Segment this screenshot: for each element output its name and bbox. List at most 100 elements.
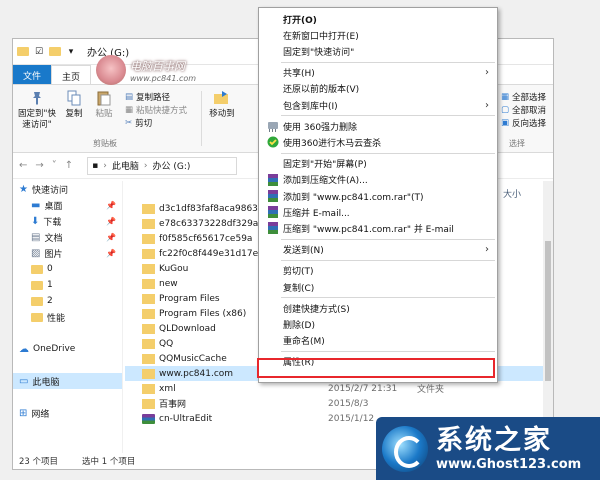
recent-dropdown-icon[interactable]: ˅ xyxy=(52,160,57,171)
folder-icon xyxy=(142,398,155,409)
cut-button[interactable]: ✂ 剪切 xyxy=(125,117,152,129)
invert-selection-button[interactable]: ▣ 反向选择 xyxy=(501,117,546,129)
context-menu-item[interactable]: 压缩到 "www.pc841.com.rar" 并 E-mail xyxy=(259,220,497,236)
nav-item[interactable]: 0 xyxy=(13,261,122,277)
paste-shortcut-button[interactable]: ▦ 粘贴快捷方式 xyxy=(125,104,187,116)
context-menu-item[interactable]: 删除(D) xyxy=(259,316,497,332)
back-arrow-icon[interactable]: ← xyxy=(19,160,27,171)
context-menu-item[interactable]: 在新窗口中打开(E) xyxy=(259,27,497,43)
context-menu-item[interactable]: 打开(O) xyxy=(259,11,497,27)
nav-item[interactable]: 1 xyxy=(13,277,122,293)
nav-item[interactable]: ▬ 桌面 📌 xyxy=(13,197,122,213)
select-all-button[interactable]: ▦ 全部选择 xyxy=(501,91,546,103)
nav-item-label: 此电脑 xyxy=(32,377,60,388)
copy-path-label: 复制路径 xyxy=(136,93,171,103)
scroll-thumb[interactable] xyxy=(545,241,551,381)
nav-item[interactable]: 性能 xyxy=(13,309,122,325)
context-menu-item[interactable]: 添加到压缩文件(A)... xyxy=(259,172,497,188)
context-menu-label: 剪切(T) xyxy=(283,267,314,278)
ghost123-emblem-icon xyxy=(382,425,428,472)
copy-button[interactable]: 复制 xyxy=(61,89,87,120)
folder-icon xyxy=(142,308,155,319)
menu-separator xyxy=(281,152,495,154)
context-menu-item[interactable]: 包含到库中(I) › xyxy=(259,97,497,113)
context-menu-label: 固定到"快速访问" xyxy=(283,47,355,58)
context-menu-item[interactable]: 共享(H) › xyxy=(259,65,497,81)
context-menu-item[interactable]: 创建快捷方式(S) xyxy=(259,300,497,316)
folder-app-icon xyxy=(17,46,29,58)
winrar-icon xyxy=(266,173,279,186)
tab-file[interactable]: 文件 xyxy=(13,65,52,84)
select-none-icon: ▢ xyxy=(501,105,510,115)
menu-separator xyxy=(281,238,495,240)
nav-item-label: 文档 xyxy=(44,233,63,244)
context-menu-item[interactable]: 剪切(T) xyxy=(259,263,497,279)
context-menu-item[interactable]: 还原以前的版本(V) xyxy=(259,81,497,97)
context-menu-item[interactable]: 重命名(M) xyxy=(259,333,497,349)
context-menu-item[interactable]: 发送到(N) › xyxy=(259,242,497,258)
download-icon: ⬇ xyxy=(31,215,40,227)
chevron-right-icon: › xyxy=(485,244,489,256)
pin-icon: 📌 xyxy=(106,200,116,210)
folder-icon xyxy=(31,312,43,322)
tab-home[interactable]: 主页 xyxy=(51,65,92,84)
context-menu-item[interactable]: 复制(C) xyxy=(259,279,497,295)
nav-item[interactable]: ☁ OneDrive xyxy=(13,341,122,357)
nav-item-label: 性能 xyxy=(47,313,66,324)
pin-icon xyxy=(28,89,46,107)
file-name: 百事网 xyxy=(159,400,187,410)
folder-icon xyxy=(31,280,43,290)
file-name: e78c63373228df329af2d xyxy=(159,218,273,229)
nav-item[interactable]: ⬇ 下载 📌 xyxy=(13,213,122,229)
folder-icon xyxy=(142,338,155,349)
forward-arrow-icon[interactable]: → xyxy=(35,160,43,171)
context-menu-item[interactable]: 使用360进行木马云查杀 xyxy=(259,134,497,150)
context-menu-label: 固定到"开始"屏幕(P) xyxy=(283,160,367,171)
nav-item[interactable]: 2 xyxy=(13,293,122,309)
copy-path-button[interactable]: ▤ 复制路径 xyxy=(125,91,170,103)
navigation-pane: ★ 快速访问 ▬ 桌面 📌 ⬇ 下载 📌 ▤ 文档 📌 ▨ 图片 📌 0 1 2 性能 ☁ OneDrive ▭ 此电脑 ⊞… xyxy=(13,181,123,453)
nav-item[interactable]: ★ 快速访问 xyxy=(13,181,122,197)
context-menu-item[interactable]: 固定到"开始"屏幕(P) xyxy=(259,156,497,172)
menu-separator xyxy=(281,61,495,63)
nav-item[interactable]: ▭ 此电脑 xyxy=(13,373,122,389)
breadcrumb-this-pc[interactable]: 此电脑 xyxy=(112,159,139,172)
context-menu: 打开(O) 在新窗口中打开(E) 固定到"快速访问" 共享(H) › 还原以前的版本(V)… xyxy=(258,7,498,383)
pin-quick-access-button[interactable]: 固定到"快 速访问" xyxy=(17,89,57,131)
column-size[interactable]: 大小 xyxy=(503,187,521,200)
address-box[interactable]: ▪ › 此电脑 › 办公 (G:) xyxy=(87,156,238,175)
select-none-button[interactable]: ▢ 全部取消 xyxy=(501,104,546,116)
paste-button[interactable]: 粘贴 xyxy=(91,89,117,120)
nav-item[interactable]: ▤ 文档 📌 xyxy=(13,229,122,245)
properties-check-icon[interactable]: ☑ xyxy=(33,46,45,58)
folder-icon xyxy=(142,278,155,289)
winrar-archive-icon xyxy=(142,413,155,424)
breadcrumb-drive[interactable]: 办公 (G:) xyxy=(153,159,191,172)
paste-icon xyxy=(95,89,113,107)
context-menu-label: 使用 360强力删除 xyxy=(283,122,358,133)
up-arrow-icon[interactable]: ↑ xyxy=(65,160,73,171)
watermark-bottom-text: 系统之家 xyxy=(436,425,552,456)
copy-label: 复制 xyxy=(65,109,83,119)
folder-icon xyxy=(142,218,155,229)
folder-icon xyxy=(142,353,155,364)
context-menu-label: 重命名(M) xyxy=(283,337,325,348)
nav-item[interactable]: ⊞ 网络 xyxy=(13,405,122,421)
pin-icon: 📌 xyxy=(106,216,116,226)
context-menu-item[interactable]: 压缩并 E-mail... xyxy=(259,204,497,220)
ribbon-separator xyxy=(201,91,202,146)
move-to-button[interactable]: 移动到 xyxy=(205,89,239,120)
properties-highlight-box xyxy=(257,358,495,378)
file-name: f0f585cf65617ce59a xyxy=(159,233,253,244)
file-row[interactable]: xml 2015/2/7 21:31 文件夹 xyxy=(125,381,553,396)
file-name: www.pc841.com xyxy=(159,368,234,379)
file-row[interactable]: 百事网 2015/8/3 xyxy=(125,396,553,411)
quick-access-dropdown-icon[interactable]: ▾ xyxy=(65,46,77,58)
nav-item[interactable]: ▨ 图片 📌 xyxy=(13,245,122,261)
file-list-scrollbar[interactable] xyxy=(543,181,553,453)
context-menu-item[interactable]: 使用 360强力删除 xyxy=(259,118,497,134)
select-all-label: 全部选择 xyxy=(512,93,547,103)
context-menu-item[interactable]: 固定到"快速访问" xyxy=(259,43,497,59)
context-menu-item[interactable]: 添加到 "www.pc841.com.rar"(T) xyxy=(259,188,497,204)
new-folder-icon[interactable] xyxy=(49,46,61,58)
